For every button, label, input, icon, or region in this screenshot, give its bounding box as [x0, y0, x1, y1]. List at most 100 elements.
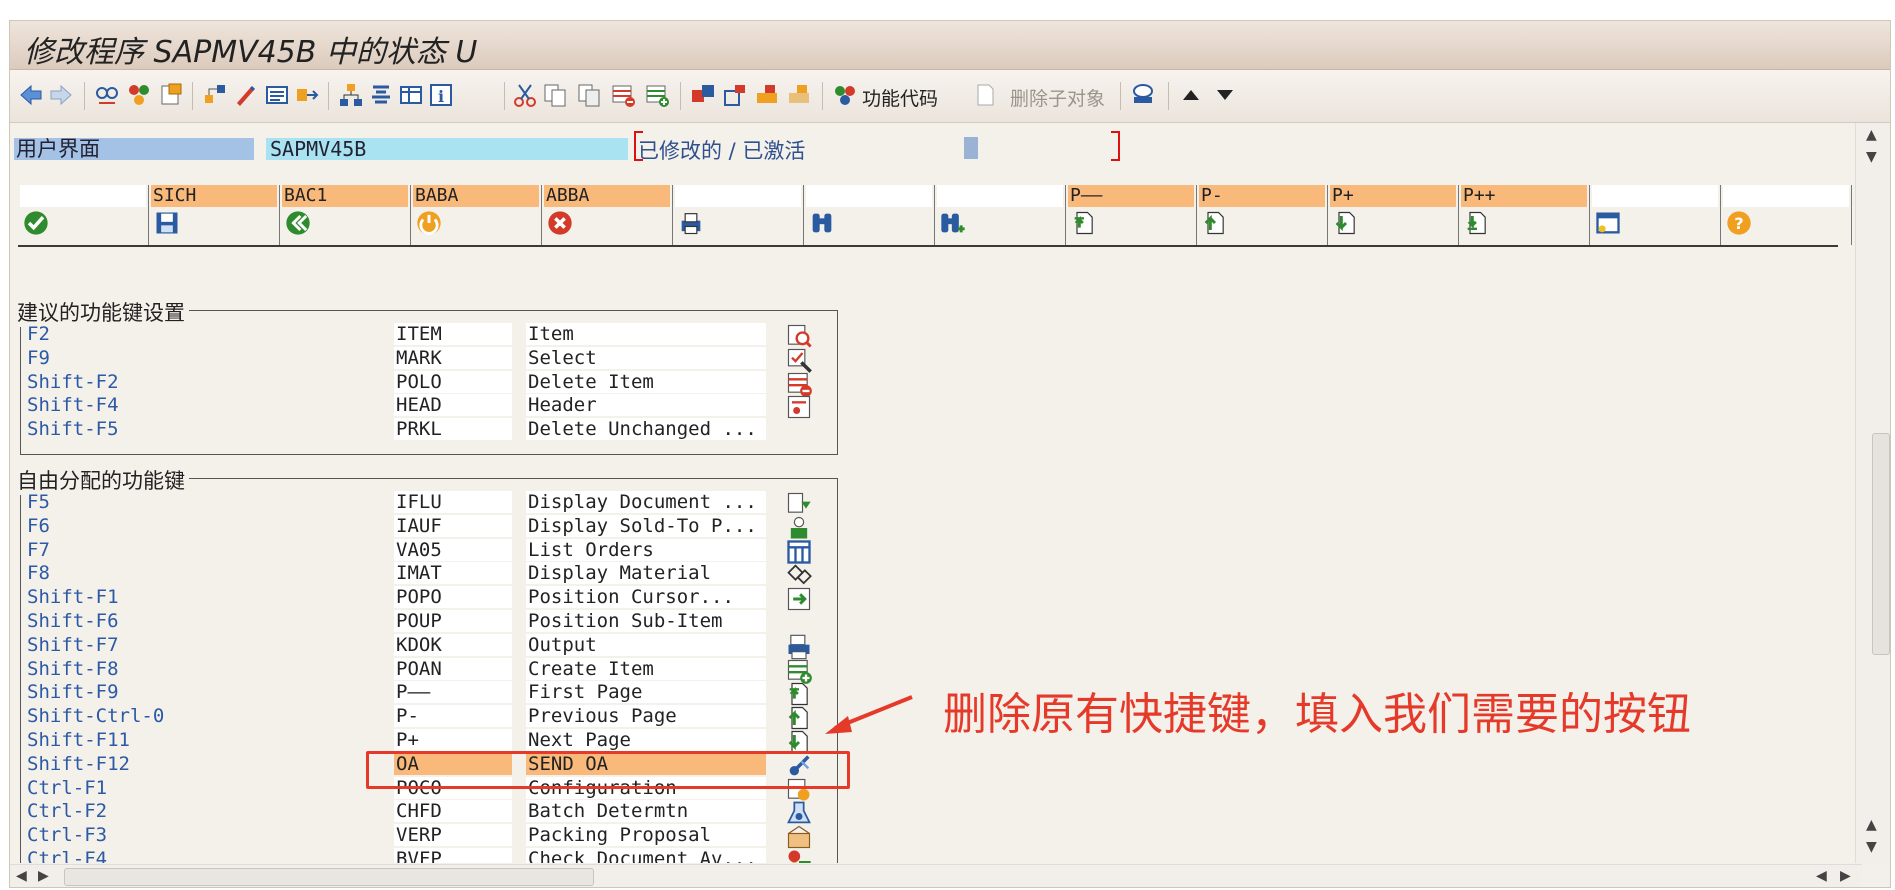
- toolbar-key-5[interactable]: ABBA: [542, 185, 673, 245]
- toolbar-key-code[interactable]: SICH: [151, 185, 277, 207]
- navigation-icon[interactable]: [292, 80, 322, 110]
- activate-icon[interactable]: [156, 80, 186, 110]
- function-code-input[interactable]: POPO: [394, 586, 512, 609]
- back-arrow-icon[interactable]: [16, 80, 46, 110]
- toolbar-key-11[interactable]: P+: [1328, 185, 1459, 245]
- function-text-input[interactable]: List Orders: [526, 538, 766, 561]
- function-code-input[interactable]: ITEM: [394, 323, 512, 345]
- scroll-right-icon[interactable]: ▶: [38, 868, 49, 884]
- function-text-input[interactable]: Position Sub-Item: [526, 610, 766, 632]
- function-code-input[interactable]: POAN: [394, 657, 512, 680]
- ungroup-icon[interactable]: [784, 80, 814, 110]
- toolbar-key-3[interactable]: BAC1: [280, 185, 411, 245]
- triangle-up-icon[interactable]: [1176, 80, 1206, 110]
- toolbar-key-12[interactable]: P++: [1459, 185, 1590, 245]
- function-text-input[interactable]: Previous Page: [526, 705, 766, 728]
- toolbar-key-2[interactable]: SICH: [149, 185, 280, 245]
- scroll-right-end-icon[interactable]: ▶: [1840, 868, 1851, 884]
- function-code-input[interactable]: HEAD: [394, 394, 512, 417]
- insert-row-icon[interactable]: [642, 80, 672, 110]
- toolbar-key-code[interactable]: P+: [1330, 185, 1456, 207]
- pen-icon[interactable]: [230, 80, 260, 110]
- toolbar-key-code[interactable]: [1592, 185, 1718, 207]
- function-code-input[interactable]: VERP: [394, 824, 512, 847]
- function-text-input[interactable]: Batch Determtn: [526, 800, 766, 823]
- function-code-input[interactable]: MARK: [394, 346, 512, 369]
- forward-arrow-icon[interactable]: [46, 80, 76, 110]
- delete-row-icon[interactable]: [608, 80, 638, 110]
- copy-icon[interactable]: [540, 80, 570, 110]
- function-code-input[interactable]: KDOK: [394, 633, 512, 656]
- function-text-input[interactable]: Display Material: [526, 562, 766, 585]
- scroll-up-icon[interactable]: ▲: [1866, 127, 1877, 143]
- screen-icon[interactable]: [688, 80, 718, 110]
- scroll-left-icon[interactable]: ◀: [16, 868, 27, 884]
- function-code-input[interactable]: IFLU: [394, 491, 512, 513]
- toolbar-key-10[interactable]: P-: [1197, 185, 1328, 245]
- toolbar-key-6[interactable]: [673, 185, 804, 245]
- scroll-left-end-icon[interactable]: ◀: [1816, 868, 1827, 884]
- group-icon[interactable]: [752, 80, 782, 110]
- triangle-down-icon[interactable]: [1210, 80, 1240, 110]
- align-icon[interactable]: [366, 80, 396, 110]
- horizontal-scrollbar[interactable]: ◀ ▶ ◀ ▶: [10, 864, 1862, 887]
- function-code-input[interactable]: P——: [394, 681, 512, 704]
- function-text-input[interactable]: Item: [526, 323, 766, 345]
- table-icon[interactable]: [396, 80, 426, 110]
- function-code-input[interactable]: P+: [394, 729, 512, 751]
- display-list-icon[interactable]: [262, 80, 292, 110]
- scroll-down-bottom-icon[interactable]: ▼: [1866, 839, 1877, 855]
- toolbar-key-code[interactable]: P-: [1199, 185, 1325, 207]
- toolbar-key-code[interactable]: P++: [1461, 185, 1587, 207]
- vertical-scroll-thumb[interactable]: [1872, 433, 1890, 655]
- function-code-input[interactable]: POLO: [394, 370, 512, 393]
- toolbar-key-code[interactable]: [20, 185, 146, 207]
- other-object-icon[interactable]: [92, 80, 122, 110]
- function-code-input[interactable]: BVFP: [394, 848, 512, 863]
- function-code-input[interactable]: P-: [394, 705, 512, 728]
- function-code-input[interactable]: PRKL: [394, 418, 512, 441]
- function-text-input[interactable]: Display Document ...: [526, 491, 766, 513]
- toolbar-key-code[interactable]: BAC1: [282, 185, 408, 207]
- toolbar-key-7[interactable]: [804, 185, 935, 245]
- toolbar-key-8[interactable]: [935, 185, 1066, 245]
- function-text-input[interactable]: Next Page: [526, 729, 766, 751]
- program-field[interactable]: SAPMV45B: [266, 138, 628, 160]
- function-code-input[interactable]: IMAT: [394, 562, 512, 585]
- function-code-input[interactable]: VA05: [394, 538, 512, 561]
- toolbar-key-14[interactable]: ?: [1721, 185, 1852, 245]
- toolbar-key-code[interactable]: [937, 185, 1063, 207]
- vertical-scrollbar[interactable]: ▲ ▼ ▲ ▼: [1855, 123, 1890, 863]
- function-code-input[interactable]: POUP: [394, 610, 512, 632]
- toolbar-key-code[interactable]: P——: [1068, 185, 1194, 207]
- toolbar-key-code[interactable]: ABBA: [544, 185, 670, 207]
- block-icon[interactable]: [720, 80, 750, 110]
- function-text-input[interactable]: First Page: [526, 681, 766, 704]
- delete-subobject-button[interactable]: 删除子对象: [1010, 84, 1105, 111]
- function-text-input[interactable]: Display Sold-To P...: [526, 514, 766, 537]
- function-code-input[interactable]: CHFD: [394, 800, 512, 823]
- function-text-input[interactable]: Create Item: [526, 657, 766, 680]
- toolbar-key-code[interactable]: [1723, 185, 1849, 207]
- toolbar-key-code[interactable]: BABA: [413, 185, 539, 207]
- toolbar-key-code[interactable]: [675, 185, 801, 207]
- scroll-down-icon[interactable]: ▼: [1866, 149, 1877, 165]
- info-icon[interactable]: i: [426, 80, 456, 110]
- function-code-button[interactable]: 功能代码: [862, 84, 938, 111]
- function-text-input[interactable]: Position Cursor...: [526, 586, 766, 609]
- function-text-input[interactable]: Check Document Av...: [526, 848, 766, 863]
- toolbar-key-13[interactable]: [1590, 185, 1721, 245]
- cut-icon[interactable]: [510, 80, 540, 110]
- toolbar-key-code[interactable]: [806, 185, 932, 207]
- function-code-icon[interactable]: [830, 80, 860, 110]
- check-object-icon[interactable]: [124, 80, 154, 110]
- function-text-input[interactable]: Delete Unchanged ...: [526, 418, 766, 441]
- paste-icon[interactable]: [574, 80, 604, 110]
- function-text-input[interactable]: Packing Proposal: [526, 824, 766, 847]
- function-text-input[interactable]: Delete Item: [526, 370, 766, 393]
- function-text-input[interactable]: Header: [526, 394, 766, 417]
- function-text-input[interactable]: Select: [526, 346, 766, 369]
- scroll-up-bottom-icon[interactable]: ▲: [1866, 817, 1877, 833]
- function-code-input[interactable]: IAUF: [394, 514, 512, 537]
- horizontal-scroll-thumb[interactable]: [64, 868, 594, 886]
